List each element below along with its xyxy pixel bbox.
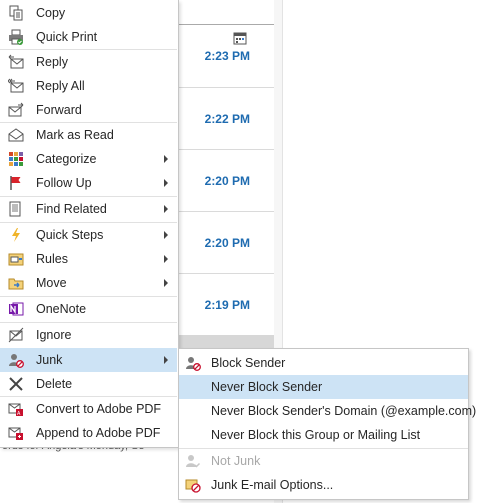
menu-item-label: OneNote xyxy=(36,302,87,316)
menu-item-label: Move xyxy=(36,276,67,290)
menu-item-label: Follow Up xyxy=(36,176,92,190)
submenu-item-not-junk[interactable]: Not Junk xyxy=(179,449,468,473)
submenu-arrow-icon xyxy=(164,356,168,364)
submenu-arrow-icon xyxy=(164,205,168,213)
reply-icon xyxy=(8,54,24,69)
submenu-arrow-icon xyxy=(164,231,168,239)
submenu-item-label: Never Block Sender xyxy=(211,380,323,394)
category-grid-icon xyxy=(9,152,23,166)
ignore-icon xyxy=(8,327,24,343)
menu-item-label: Copy xyxy=(36,6,66,20)
submenu-arrow-icon xyxy=(164,155,168,163)
context-menu: Copy Quick Print Reply Reply All Forward… xyxy=(0,0,179,448)
menu-item-label: Append to Adobe PDF xyxy=(36,426,161,440)
message-time: 2:20 PM xyxy=(204,236,250,250)
menu-item-label: Convert to Adobe PDF xyxy=(36,402,162,416)
menu-item-move[interactable]: Move xyxy=(0,271,177,295)
delete-x-icon xyxy=(9,377,23,391)
list-separator xyxy=(178,211,274,212)
submenu-arrow-icon xyxy=(164,255,168,263)
message-time: 2:20 PM xyxy=(204,174,250,188)
message-time: 2:23 PM xyxy=(204,49,250,63)
menu-item-follow-up[interactable]: Follow Up xyxy=(0,171,177,195)
printer-icon xyxy=(9,29,23,45)
menu-item-reply[interactable]: Reply xyxy=(0,50,177,74)
submenu-item-label: Never Block Sender's Domain (@example.co… xyxy=(211,404,477,418)
menu-item-mark-as-read[interactable]: Mark as Read xyxy=(0,123,177,147)
adobe-pdf-icon: A xyxy=(8,403,23,417)
submenu-item-never-block-domain[interactable]: Never Block Sender's Domain (@example.co… xyxy=(179,399,476,423)
submenu-item-label: Never Block this Group or Mailing List xyxy=(211,428,421,442)
submenu-arrow-icon xyxy=(164,279,168,287)
folder-move-icon xyxy=(8,278,24,290)
menu-item-quick-steps[interactable]: Quick Steps xyxy=(0,223,177,247)
adobe-pdf-append-icon xyxy=(8,427,23,440)
menu-item-reply-all[interactable]: Reply All xyxy=(0,74,177,98)
list-separator xyxy=(178,87,274,88)
not-junk-icon xyxy=(186,455,201,468)
envelope-open-icon xyxy=(8,128,24,142)
menu-item-label: Ignore xyxy=(36,328,72,342)
calendar-icon xyxy=(233,32,247,45)
submenu-item-block-sender[interactable]: Block Sender xyxy=(179,351,468,375)
menu-item-label: Mark as Read xyxy=(36,128,114,142)
menu-item-label: Find Related xyxy=(36,202,107,216)
submenu-item-label: Junk E-mail Options... xyxy=(211,478,334,492)
junk-options-icon xyxy=(185,479,201,493)
menu-item-label: Quick Print xyxy=(36,30,98,44)
submenu-item-label: Block Sender xyxy=(211,356,286,370)
menu-item-categorize[interactable]: Categorize xyxy=(0,147,177,171)
menu-item-copy[interactable]: Copy xyxy=(0,1,177,25)
menu-item-forward[interactable]: Forward xyxy=(0,98,177,122)
menu-item-label: Categorize xyxy=(36,152,97,166)
document-search-icon xyxy=(9,201,21,217)
copy-icon xyxy=(9,5,23,21)
menu-item-label: Quick Steps xyxy=(36,228,104,242)
message-time: 2:19 PM xyxy=(204,298,250,312)
menu-item-label: Forward xyxy=(36,103,82,117)
submenu-item-junk-email-options[interactable]: Junk E-mail Options... xyxy=(179,473,468,497)
junk-icon xyxy=(9,354,24,368)
menu-item-delete[interactable]: Delete xyxy=(0,372,177,396)
menu-item-convert-to-adobe-pdf[interactable]: A Convert to Adobe PDF xyxy=(0,397,177,421)
menu-item-label: Reply xyxy=(36,55,68,69)
onenote-icon xyxy=(9,302,24,316)
menu-item-label: Rules xyxy=(36,252,68,266)
menu-item-find-related[interactable]: Find Related xyxy=(0,197,177,221)
submenu-item-label: Not Junk xyxy=(211,454,261,468)
menu-item-label: Delete xyxy=(36,377,73,391)
menu-item-label: Junk xyxy=(36,353,63,367)
junk-submenu: Block Sender Never Block Sender Never Bl… xyxy=(178,348,476,500)
menu-item-ignore[interactable]: Ignore xyxy=(0,323,177,347)
lightning-icon xyxy=(12,228,20,242)
rules-icon xyxy=(8,253,24,266)
flag-icon xyxy=(10,176,21,190)
forward-icon xyxy=(8,102,24,117)
list-separator xyxy=(178,273,274,274)
menu-item-rules[interactable]: Rules xyxy=(0,247,177,271)
menu-item-junk[interactable]: Junk xyxy=(0,348,177,372)
reply-all-icon xyxy=(8,78,24,93)
list-separator xyxy=(178,149,274,150)
menu-item-append-to-adobe-pdf[interactable]: Append to Adobe PDF xyxy=(0,421,177,445)
search-box[interactable] xyxy=(178,0,275,25)
submenu-item-never-block-group[interactable]: Never Block this Group or Mailing List xyxy=(179,423,468,447)
menu-item-onenote[interactable]: OneNote xyxy=(0,297,177,321)
submenu-arrow-icon xyxy=(164,179,168,187)
message-time: 2:22 PM xyxy=(204,112,250,126)
submenu-item-never-block-sender[interactable]: Never Block Sender xyxy=(179,375,468,399)
menu-item-quick-print[interactable]: Quick Print xyxy=(0,25,177,49)
menu-item-label: Reply All xyxy=(36,79,85,93)
block-sender-icon xyxy=(186,357,201,371)
